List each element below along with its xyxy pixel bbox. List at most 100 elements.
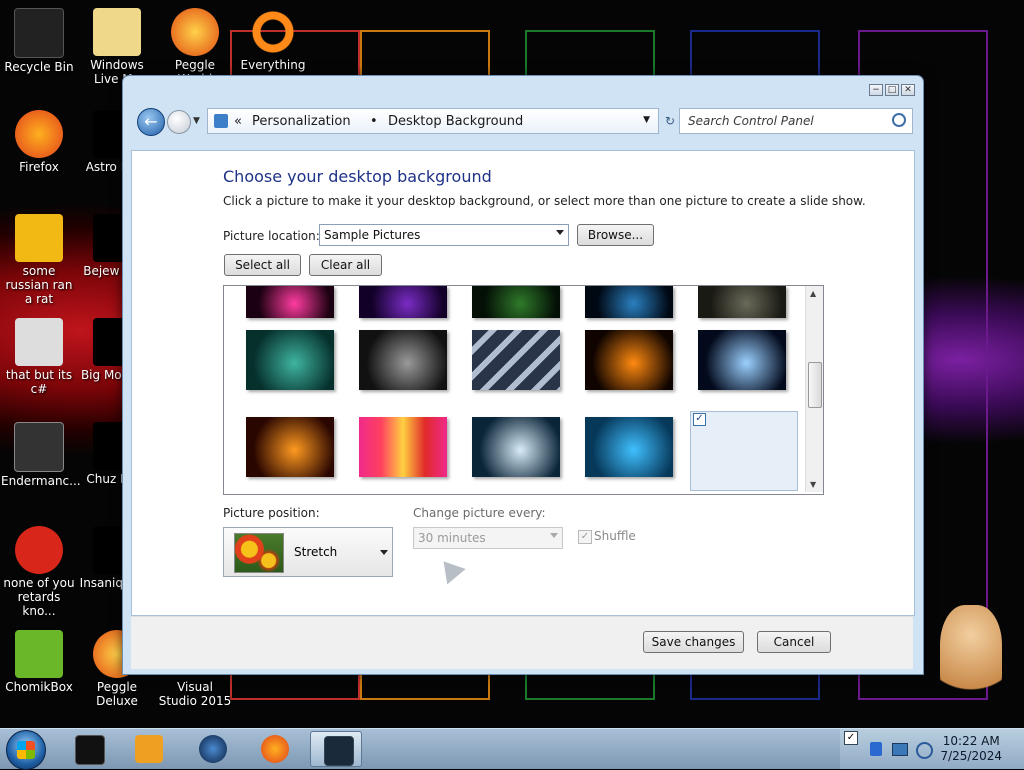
change-picture-label: Change picture every: — [413, 506, 546, 520]
wallpaper-thumbnail[interactable] — [698, 286, 786, 318]
breadcrumb-personalization[interactable]: Personalization — [252, 114, 351, 129]
peggle-icon — [171, 8, 219, 56]
desktop-icon-label: Recycle Bin — [4, 60, 74, 74]
taskbar-app-4[interactable] — [248, 731, 300, 767]
wallpaper-thumbnail[interactable] — [359, 330, 447, 390]
gallery-scrollbar[interactable]: ▲ ▼ — [805, 286, 823, 492]
taskbar-app-3[interactable] — [186, 731, 238, 767]
scrollbar-thumb[interactable] — [808, 362, 822, 408]
taskbar: ✓ 10:22 AM 7/25/2024 — [0, 728, 1024, 770]
change-interval-select[interactable]: 30 minutes — [413, 527, 563, 549]
recent-pages-dropdown[interactable]: ▼ — [193, 116, 200, 126]
system-tray: ✓ 10:22 AM 7/25/2024 — [840, 729, 1024, 769]
wallpaper-gallery: ✓ ▲ ▼ — [223, 285, 824, 495]
chevron-down-icon — [556, 230, 564, 235]
picture-location-value: Sample Pictures — [324, 228, 421, 242]
folder-icon — [15, 318, 63, 366]
desktop-icon-everything[interactable]: Everything — [235, 8, 311, 72]
main-content: Choose your desktop background Click a p… — [131, 150, 915, 616]
start-button[interactable] — [6, 730, 46, 770]
scroll-up-icon[interactable]: ▲ — [810, 289, 816, 298]
wallpaper-thumbnail[interactable] — [698, 330, 786, 390]
minimize-button[interactable]: − — [869, 84, 883, 96]
desktop-icon-label: Everything — [240, 58, 306, 72]
desktop-icon-firefox[interactable]: Firefox — [1, 110, 77, 174]
cancel-button[interactable]: Cancel — [757, 631, 831, 653]
address-dropdown-icon[interactable]: ▼ — [643, 115, 650, 125]
taskbar-app-2[interactable] — [122, 731, 174, 767]
desktop-icon-label: none of you retards kno... — [3, 576, 75, 618]
desktop-icon-recycle-bin[interactable]: Recycle Bin — [1, 8, 77, 74]
maximize-button[interactable]: □ — [885, 84, 899, 96]
search-input[interactable]: Search Control Panel — [679, 108, 913, 134]
desktop-icon-none-of-you[interactable]: none of you retards kno... — [1, 526, 77, 618]
wallpaper-thumbnail[interactable] — [472, 417, 560, 477]
breadcrumb-overflow[interactable]: « — [234, 114, 242, 129]
back-button[interactable]: ← — [137, 108, 165, 136]
app-icon — [15, 526, 63, 574]
select-all-button[interactable]: Select all — [224, 254, 301, 276]
wallpaper-thumbnail[interactable] — [585, 330, 673, 390]
desktop-icon-endermanch[interactable]: Endermanc... — [1, 422, 81, 488]
file-icon — [15, 214, 63, 262]
desktop-icon-label: Firefox — [19, 160, 59, 174]
volume-icon[interactable] — [916, 742, 933, 759]
picture-position-label: Picture position: — [223, 506, 320, 520]
chomikbox-icon — [15, 630, 63, 678]
scroll-down-icon[interactable]: ▼ — [810, 480, 816, 489]
desktop-icon-label: Endermanc... — [1, 474, 81, 488]
wallpaper-thumbnail[interactable] — [246, 330, 334, 390]
desktop-icon-label: some russian ran a rat — [5, 264, 73, 306]
change-interval-value: 30 minutes — [418, 531, 486, 545]
forward-button[interactable] — [167, 110, 191, 134]
wallpaper-thumbnail[interactable] — [246, 286, 334, 318]
wallpaper-thumbnail[interactable] — [472, 330, 560, 390]
close-button[interactable]: ✕ — [901, 84, 915, 96]
picture-location-label: Picture location: — [223, 229, 320, 243]
window-controls: − □ ✕ — [869, 84, 915, 96]
recycle-bin-icon — [14, 8, 64, 58]
taskbar-app-1[interactable] — [62, 731, 114, 767]
back-arrow-icon: ← — [144, 112, 158, 131]
position-preview-image — [234, 533, 284, 573]
display-icon[interactable] — [892, 743, 908, 756]
save-changes-button[interactable]: Save changes — [643, 631, 744, 653]
shuffle-checkbox[interactable]: ✓ — [578, 530, 592, 544]
wallpaper-thumbnail[interactable] — [359, 286, 447, 318]
dialog-footer: Save changes Cancel — [131, 616, 913, 669]
personalization-icon — [324, 736, 354, 766]
firefox-icon — [15, 110, 63, 158]
desktop-icon-chomikbox[interactable]: ChomikBox — [1, 630, 77, 694]
breadcrumb[interactable]: « Personalization • Desktop Background ▼ — [207, 108, 659, 134]
wallpaper-thumbnail[interactable] — [472, 286, 560, 318]
page-description: Click a picture to make it your desktop … — [223, 194, 866, 208]
desktop-icon-csharp[interactable]: that but its c# — [1, 318, 77, 396]
clock[interactable]: 10:22 AM 7/25/2024 — [940, 734, 1002, 764]
search-placeholder: Search Control Panel — [688, 114, 814, 128]
desktop-icon-russian-rat[interactable]: some russian ran a rat — [1, 214, 77, 306]
wallpaper-thumbnail[interactable] — [585, 286, 673, 318]
breadcrumb-desktop-background[interactable]: Desktop Background — [388, 114, 523, 129]
wallpaper-thumbnail[interactable] — [359, 417, 447, 477]
breadcrumb-separator: • — [370, 114, 378, 129]
tray-checkbox-icon[interactable]: ✓ — [844, 731, 858, 745]
thumbnail-checkbox[interactable]: ✓ — [693, 413, 706, 426]
clear-all-button[interactable]: Clear all — [309, 254, 382, 276]
wallpaper-thumbnail[interactable] — [246, 417, 334, 477]
clock-time: 10:22 AM — [942, 734, 1000, 748]
chevron-down-icon — [550, 533, 558, 538]
desktop-icon-label: ChomikBox — [5, 680, 73, 694]
picture-location-select[interactable]: Sample Pictures — [319, 224, 569, 246]
taskbar-app-5[interactable] — [310, 731, 362, 767]
hamster-image — [940, 605, 1002, 705]
search-icon[interactable] — [892, 113, 906, 127]
chevron-down-icon — [380, 550, 388, 555]
wallpaper-thumbnail[interactable] — [585, 417, 673, 477]
network-icon[interactable] — [870, 742, 882, 756]
firefox-icon — [261, 735, 289, 763]
explorer-icon — [75, 735, 105, 765]
browse-button[interactable]: Browse... — [577, 224, 654, 246]
picture-position-select[interactable]: Stretch — [223, 527, 393, 577]
refresh-icon[interactable]: ↻ — [665, 114, 675, 128]
everything-icon — [249, 8, 297, 56]
